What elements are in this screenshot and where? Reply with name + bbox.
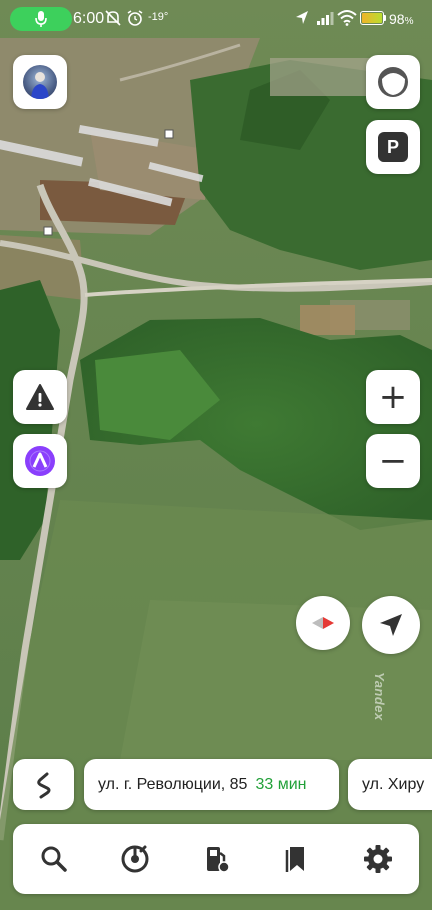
route-suggestion-chip[interactable]: ул. г. Революции, 85 33 мин	[84, 759, 339, 810]
bottom-navigation	[13, 824, 419, 894]
map-pin-icon[interactable]	[163, 128, 175, 140]
alice-assistant-button[interactable]	[13, 434, 67, 488]
location-arrow-icon	[296, 11, 308, 24]
nav-settings[interactable]	[353, 834, 403, 884]
road-alert-button[interactable]	[13, 370, 67, 424]
map-pin-icon[interactable]	[42, 225, 54, 237]
compass-icon	[312, 617, 334, 629]
route-suggestion-chip[interactable]: ул. Хиру	[348, 759, 432, 810]
layers-icon	[378, 67, 408, 97]
weather-temperature: -19°	[148, 11, 169, 23]
clock: 6:00	[73, 10, 105, 27]
alice-assistant-icon	[25, 446, 55, 476]
nav-fuel[interactable]	[191, 834, 241, 884]
nav-bookmarks[interactable]	[272, 834, 322, 884]
locate-me-button[interactable]	[362, 596, 420, 654]
battery-percentage: 98%	[389, 11, 414, 27]
parking-button[interactable]: P	[366, 120, 420, 174]
locate-me-icon	[380, 614, 402, 636]
microphone-icon	[35, 11, 47, 27]
battery-cap	[384, 15, 386, 21]
parking-icon: P	[378, 132, 408, 162]
route-destination: ул. г. Революции, 85	[98, 775, 248, 793]
battery-icon	[360, 11, 384, 25]
road-alert-icon	[26, 384, 54, 410]
nav-search[interactable]	[29, 834, 79, 884]
battery-level-fill	[362, 13, 382, 23]
route-eta: 33 мин	[255, 775, 307, 793]
alarm-icon	[127, 10, 143, 26]
bookmarks-icon	[285, 847, 305, 872]
status-bar: 6:00 -19° 98%	[0, 0, 432, 38]
layers-button[interactable]	[366, 55, 420, 109]
wifi-icon	[337, 10, 357, 26]
fuel-icon	[206, 847, 230, 873]
route-icon	[36, 772, 50, 798]
zoom-out-button[interactable]: −	[366, 434, 420, 488]
route-switch-button[interactable]	[13, 759, 74, 810]
compass-button[interactable]	[296, 596, 350, 650]
zoom-in-button[interactable]: +	[366, 370, 420, 424]
profile-button[interactable]	[13, 55, 67, 109]
music-icon	[121, 845, 149, 873]
do-not-disturb-icon	[105, 10, 121, 26]
active-microphone-indicator[interactable]	[10, 7, 72, 31]
zoom-in-icon: +	[378, 377, 408, 417]
route-destination: ул. Хиру	[362, 775, 425, 793]
map-watermark: Yandex	[372, 672, 387, 721]
search-icon	[41, 846, 67, 872]
nav-music[interactable]	[110, 834, 160, 884]
signal-icon	[317, 12, 334, 25]
settings-icon	[364, 845, 393, 873]
avatar	[23, 65, 57, 99]
zoom-out-icon: −	[378, 441, 408, 481]
